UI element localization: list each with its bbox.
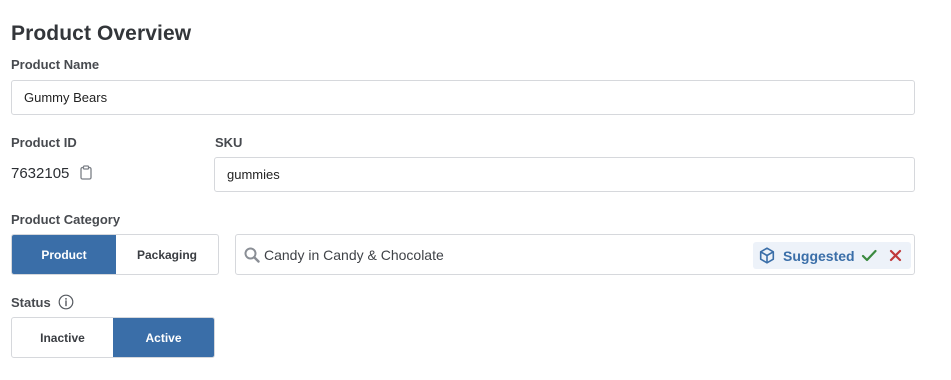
status-active-button[interactable]: Active <box>113 318 214 357</box>
sku-label: SKU <box>215 135 243 150</box>
status-toggle: Inactive Active <box>11 317 215 358</box>
suggested-badge: Suggested <box>753 242 911 269</box>
status-inactive-button[interactable]: Inactive <box>12 318 113 357</box>
status-label: Status <box>11 295 51 310</box>
category-search-field[interactable]: Candy in Candy & Chocolate Suggested <box>235 234 915 275</box>
cube-icon <box>759 247 775 264</box>
product-name-label: Product Name <box>11 57 100 72</box>
suggested-label: Suggested <box>783 248 855 264</box>
close-icon[interactable] <box>889 249 902 262</box>
product-category-label: Product Category <box>11 212 121 227</box>
check-icon[interactable] <box>861 248 877 263</box>
info-icon[interactable] <box>58 294 74 315</box>
category-type-product-button[interactable]: Product <box>12 235 116 274</box>
product-name-input[interactable] <box>11 80 915 115</box>
product-id-label: Product ID <box>11 135 77 150</box>
category-value: Candy in Candy & Chocolate <box>264 247 444 263</box>
sku-input[interactable] <box>214 157 915 192</box>
search-icon <box>244 247 260 263</box>
category-type-packaging-button[interactable]: Packaging <box>116 235 218 274</box>
clipboard-icon[interactable] <box>80 165 92 185</box>
category-type-toggle: Product Packaging <box>11 234 219 275</box>
page-title: Product Overview <box>11 22 192 45</box>
product-id-value: 7632105 <box>11 165 70 182</box>
